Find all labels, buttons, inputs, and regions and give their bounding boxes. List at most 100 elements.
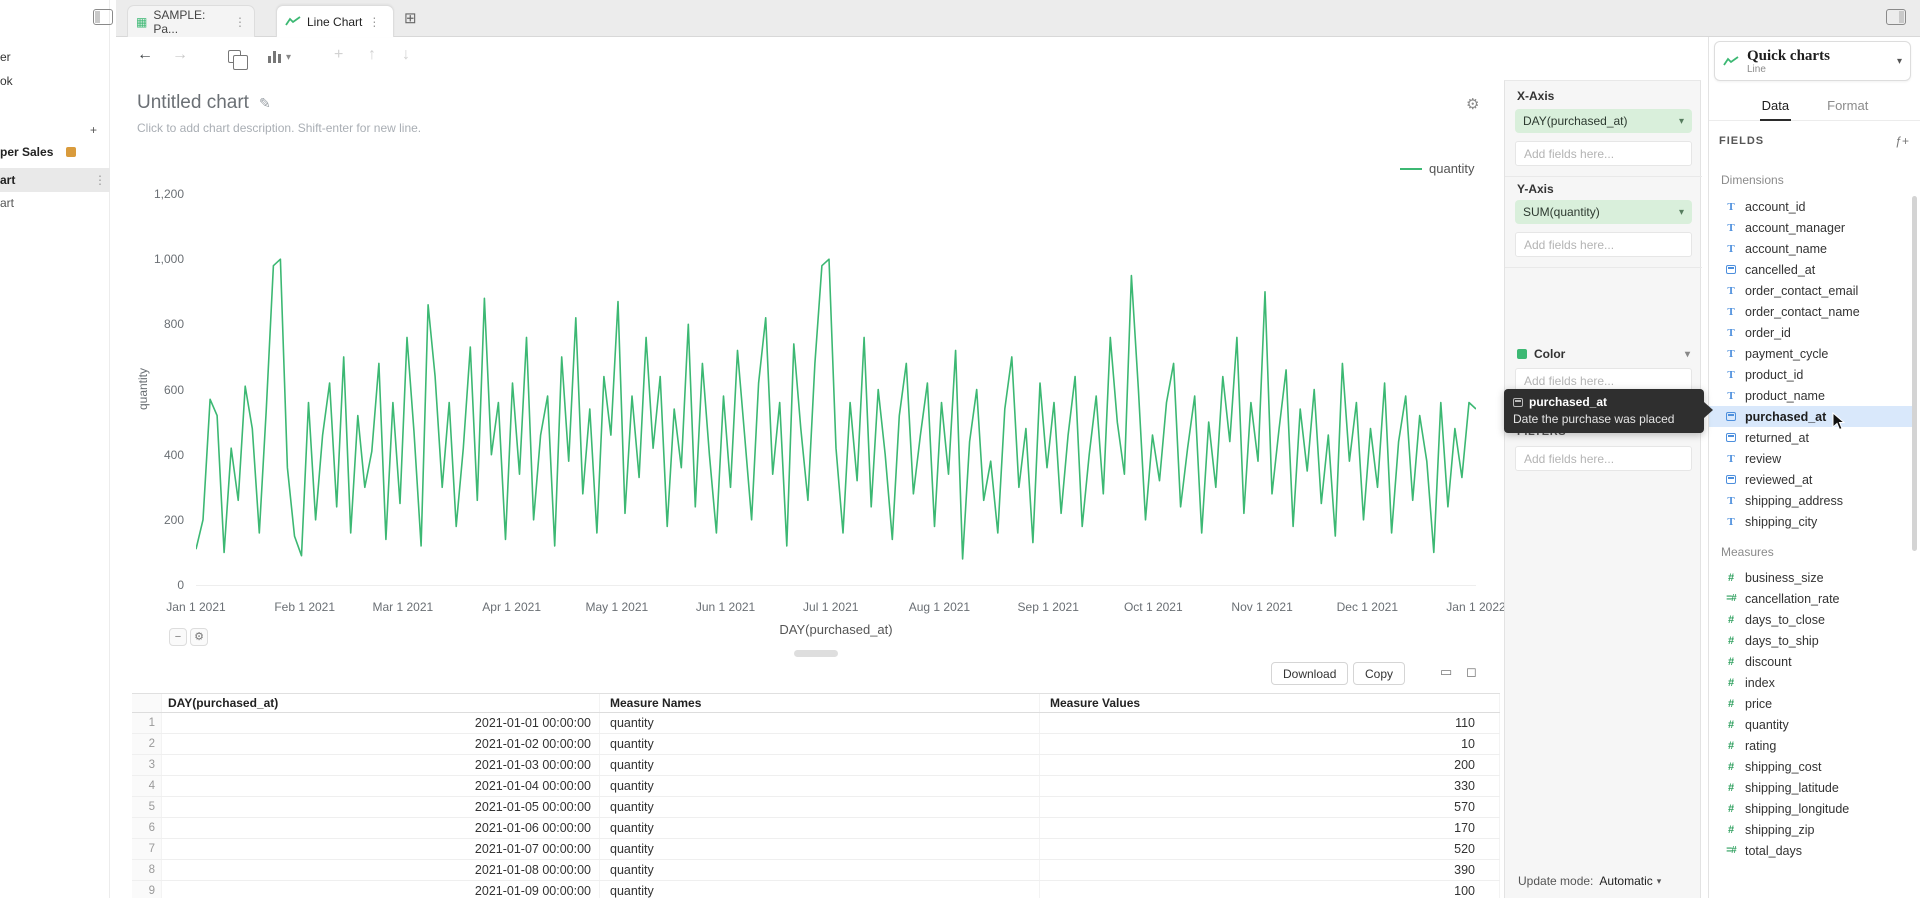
kebab-menu-icon[interactable]: ⋮ [94, 173, 106, 187]
chart-title[interactable]: Untitled chart ✎ [137, 92, 271, 114]
color-section-header[interactable]: Color ▾ [1517, 347, 1690, 361]
field-name: index [1745, 676, 1775, 690]
collapse-left-panel-icon[interactable] [93, 9, 113, 25]
measure-field-cancellation_rate[interactable]: =#cancellation_rate [1709, 588, 1915, 609]
tab-format[interactable]: Format [1825, 95, 1870, 121]
measure-field-days_to_close[interactable]: #days_to_close [1709, 609, 1915, 630]
kebab-menu-icon[interactable]: ⋮ [234, 15, 246, 29]
filters-add-field[interactable]: Add fields here... [1515, 446, 1692, 471]
table-row[interactable]: 42021-01-04 00:00:00quantity330 [132, 776, 1500, 797]
chevron-down-icon[interactable]: ▾ [1897, 56, 1902, 67]
dimension-field-order_id[interactable]: Torder_id [1709, 322, 1915, 343]
number-field-icon: # [1725, 656, 1737, 668]
column-header[interactable]: Measure Values [1040, 694, 1500, 712]
dimension-field-product_id[interactable]: Tproduct_id [1709, 364, 1915, 385]
table-cell: 7 [132, 839, 162, 859]
field-name: account_manager [1745, 221, 1845, 235]
dimension-field-shipping_address[interactable]: Tshipping_address [1709, 490, 1915, 511]
dimension-field-product_name[interactable]: Tproduct_name [1709, 385, 1915, 406]
tab-sample-page[interactable]: ▦ SAMPLE: Pa... ⋮ [127, 5, 255, 37]
expand-view-icon[interactable]: ◻ [1466, 664, 1477, 680]
table-cell: quantity [600, 713, 1040, 733]
copy-button[interactable]: Copy [1353, 662, 1405, 685]
update-mode-control[interactable]: Update mode: Automatic ▾ [1518, 874, 1661, 888]
measure-field-business_size[interactable]: #business_size [1709, 567, 1915, 588]
horizontal-scrollbar[interactable] [794, 650, 838, 657]
chart-options-button[interactable]: ⚙ [190, 628, 208, 646]
chart-legend[interactable]: quantity [1400, 161, 1475, 176]
dimension-field-account_id[interactable]: Taccount_id [1709, 196, 1915, 217]
x-axis-field-pill[interactable]: DAY(purchased_at) ▾ [1515, 109, 1692, 133]
add-button[interactable]: + [90, 123, 97, 137]
fields-panel-tabs: Data Format [1709, 95, 1920, 121]
table-row[interactable]: 52021-01-05 00:00:00quantity570 [132, 797, 1500, 818]
undo-icon[interactable]: ← [137, 46, 153, 64]
measure-field-total_days[interactable]: =#total_days [1709, 840, 1915, 861]
measure-field-shipping_longitude[interactable]: #shipping_longitude [1709, 798, 1915, 819]
redo-icon[interactable]: → [172, 46, 188, 64]
quick-charts-header[interactable]: Quick charts Line ▾ [1714, 41, 1911, 81]
sidebar-item[interactable]: er [0, 50, 11, 64]
chart-type-icon[interactable] [268, 51, 281, 63]
zoom-out-button[interactable]: − [169, 628, 187, 646]
measure-field-shipping_cost[interactable]: #shipping_cost [1709, 756, 1915, 777]
sidebar-item[interactable]: ok [0, 74, 13, 88]
measure-field-shipping_zip[interactable]: #shipping_zip [1709, 819, 1915, 840]
legend-line-swatch [1400, 168, 1422, 170]
dimension-field-reviewed_at[interactable]: reviewed_at [1709, 469, 1915, 490]
chevron-down-icon[interactable]: ▾ [1679, 116, 1684, 127]
sidebar-section-title[interactable]: per Sales [0, 145, 53, 159]
measure-field-discount[interactable]: #discount [1709, 651, 1915, 672]
chart-settings-gear-icon[interactable]: ⚙ [1466, 95, 1479, 113]
dimension-field-purchased_at[interactable]: purchased_at [1709, 406, 1915, 427]
table-view-icon[interactable]: ▭ [1440, 664, 1452, 680]
measure-field-shipping_latitude[interactable]: #shipping_latitude [1709, 777, 1915, 798]
dimension-field-review[interactable]: Treview [1709, 448, 1915, 469]
measure-field-days_to_ship[interactable]: #days_to_ship [1709, 630, 1915, 651]
measure-field-index[interactable]: #index [1709, 672, 1915, 693]
new-tab-icon[interactable]: ⊞ [404, 9, 417, 27]
column-header[interactable]: Measure Names [600, 694, 1040, 712]
table-row[interactable]: 12021-01-01 00:00:00quantity110 [132, 713, 1500, 734]
dimension-field-order_contact_name[interactable]: Torder_contact_name [1709, 301, 1915, 322]
sidebar-item[interactable]: art [0, 196, 14, 210]
table-row[interactable]: 92021-01-09 00:00:00quantity100 [132, 881, 1500, 898]
dimension-field-shipping_city[interactable]: Tshipping_city [1709, 511, 1915, 532]
tab-data[interactable]: Data [1760, 95, 1791, 121]
chart-description-placeholder[interactable]: Click to add chart description. Shift-en… [137, 121, 421, 135]
table-row[interactable]: 22021-01-02 00:00:00quantity10 [132, 734, 1500, 755]
kebab-menu-icon[interactable]: ⋮ [368, 15, 380, 29]
table-row[interactable]: 82021-01-08 00:00:00quantity390 [132, 860, 1500, 881]
add-function-icon[interactable]: ƒ+ [1895, 134, 1909, 148]
sidebar-item-active[interactable]: art ⋮ [0, 168, 110, 192]
dimension-field-account_manager[interactable]: Taccount_manager [1709, 217, 1915, 238]
download-button[interactable]: Download [1271, 662, 1348, 685]
table-row[interactable]: 62021-01-06 00:00:00quantity170 [132, 818, 1500, 839]
dimension-field-returned_at[interactable]: returned_at [1709, 427, 1915, 448]
chevron-down-icon[interactable]: ▾ [286, 52, 291, 63]
measure-field-price[interactable]: #price [1709, 693, 1915, 714]
chevron-down-icon[interactable]: ▾ [1685, 349, 1690, 360]
table-row[interactable]: 72021-01-07 00:00:00quantity520 [132, 839, 1500, 860]
fields-label: FIELDS [1719, 135, 1764, 147]
quick-charts-subtitle: Line [1747, 64, 1889, 75]
dimension-field-payment_cycle[interactable]: Tpayment_cycle [1709, 343, 1915, 364]
dimension-field-account_name[interactable]: Taccount_name [1709, 238, 1915, 259]
x-axis-add-field[interactable]: Add fields here... [1515, 141, 1692, 166]
dimension-field-cancelled_at[interactable]: cancelled_at [1709, 259, 1915, 280]
column-header[interactable]: DAY(purchased_at) [162, 694, 600, 712]
measure-field-rating[interactable]: #rating [1709, 735, 1915, 756]
edit-pencil-icon[interactable]: ✎ [259, 95, 271, 112]
dimension-field-order_contact_email[interactable]: Torder_contact_email [1709, 280, 1915, 301]
y-axis-field-pill[interactable]: SUM(quantity) ▾ [1515, 200, 1692, 224]
tab-line-chart[interactable]: Line Chart ⋮ [276, 5, 394, 37]
text-field-icon: T [1725, 495, 1737, 507]
collapse-right-panel-icon[interactable] [1886, 9, 1906, 25]
chevron-down-icon[interactable]: ▾ [1679, 207, 1684, 218]
table-row[interactable]: 32021-01-03 00:00:00quantity200 [132, 755, 1500, 776]
duplicate-chart-icon[interactable] [228, 50, 241, 63]
field-name: shipping_latitude [1745, 781, 1839, 795]
measure-field-quantity[interactable]: #quantity [1709, 714, 1915, 735]
vertical-scrollbar[interactable] [1912, 196, 1917, 551]
y-axis-add-field[interactable]: Add fields here... [1515, 232, 1692, 257]
